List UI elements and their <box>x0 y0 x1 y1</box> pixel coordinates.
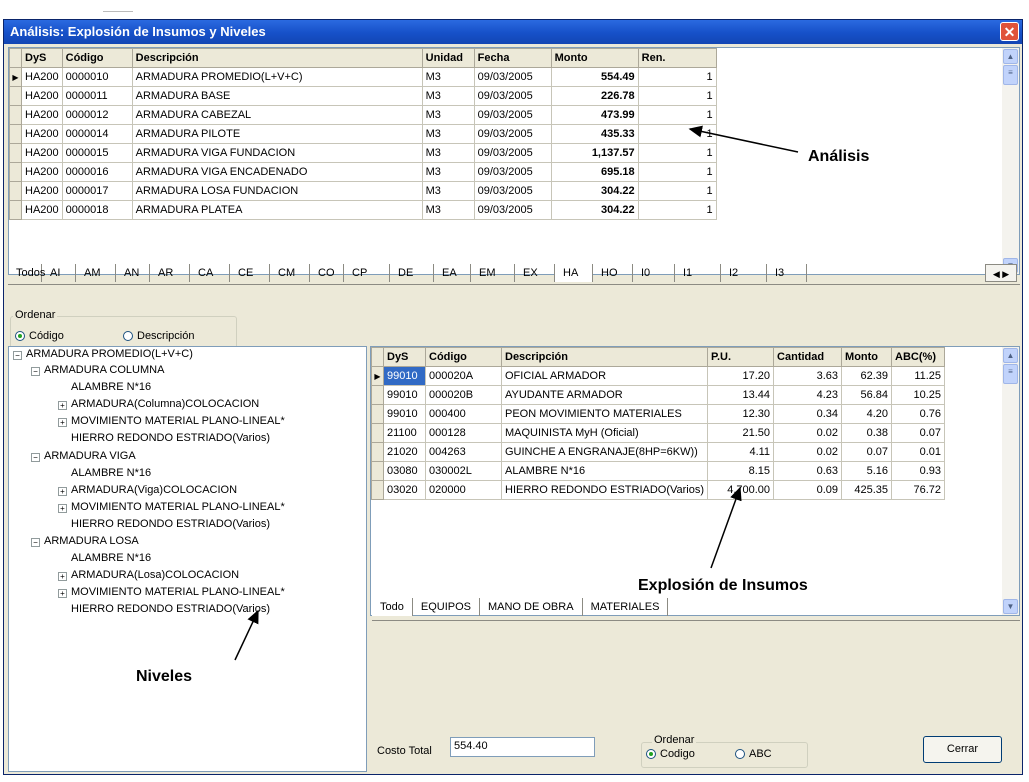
annotation-arrows <box>234 125 799 661</box>
arrow-analisis <box>688 125 799 153</box>
arrow-explosion <box>710 486 742 569</box>
arrow-niveles <box>234 609 259 661</box>
